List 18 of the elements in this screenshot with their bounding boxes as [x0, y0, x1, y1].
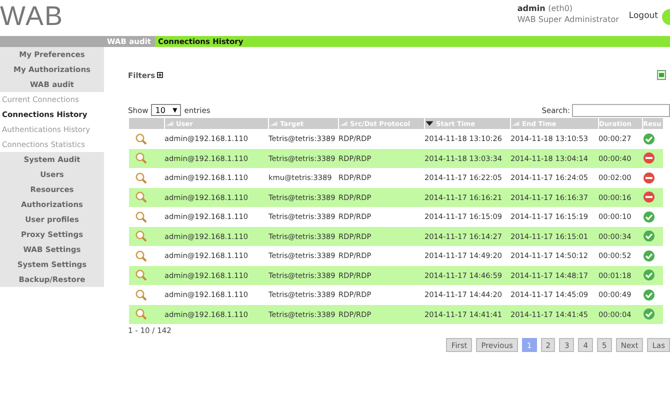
- magnifier-icon[interactable]: [134, 288, 146, 301]
- sort-desc-icon[interactable]: [425, 121, 434, 126]
- magnifier-icon[interactable]: [134, 172, 146, 184]
- magnifier-icon[interactable]: [134, 191, 146, 204]
- search-field[interactable]: [572, 104, 670, 116]
- magnifier-icon[interactable]: [134, 250, 146, 262]
- logout-link[interactable]: Logout: [628, 11, 658, 21]
- spreadsheet-icon[interactable]: [657, 70, 666, 80]
- magnifier-icon[interactable]: [134, 230, 146, 242]
- magnifier-icon[interactable]: [134, 132, 146, 145]
- user-name: admin (eth0): [517, 4, 574, 13]
- magnifier-icon[interactable]: [134, 152, 146, 164]
- logo: WAB: [0, 0, 64, 32]
- magnifier-icon[interactable]: [134, 210, 146, 223]
- user-role: WAB Super Administrator: [517, 15, 619, 24]
- magnifier-icon[interactable]: [134, 269, 146, 282]
- magnifier-icon[interactable]: [134, 308, 146, 320]
- plus-box-icon[interactable]: [157, 72, 164, 78]
